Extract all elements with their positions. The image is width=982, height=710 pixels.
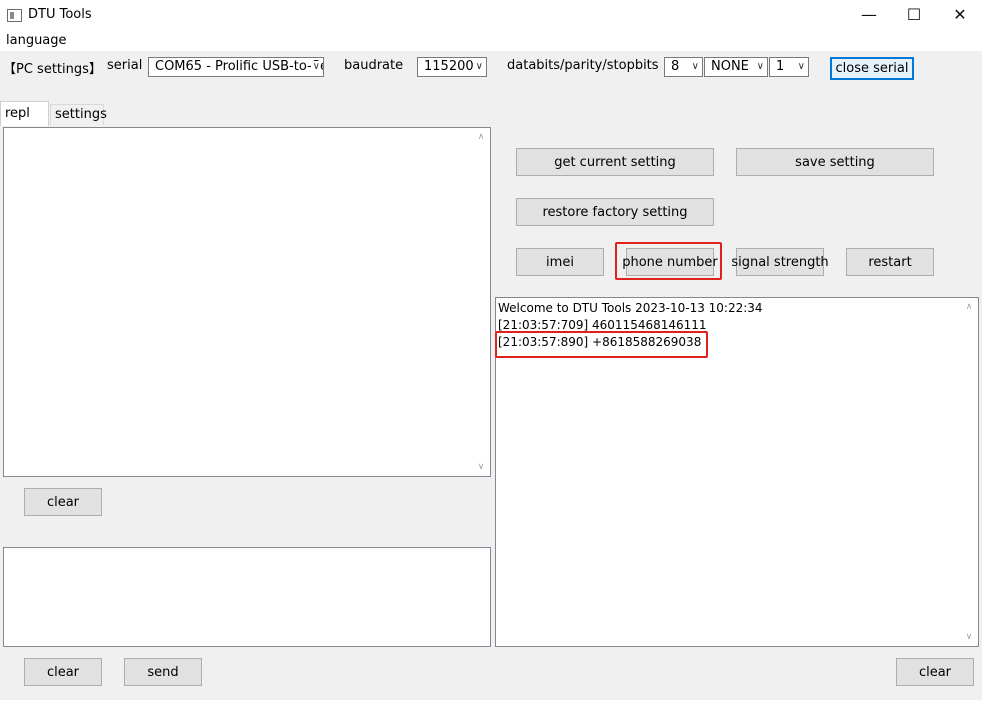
- phone-number-highlight-box: [615, 242, 722, 280]
- chevron-down-icon: ∨: [756, 61, 764, 72]
- phone-number-result-highlight-box: [495, 331, 708, 358]
- chevron-down-icon: ∨: [310, 61, 320, 72]
- close-icon: ✕: [953, 5, 967, 24]
- tab-repl[interactable]: repl: [0, 101, 49, 126]
- signal-strength-button[interactable]: signal strength: [731, 248, 829, 276]
- restore-factory-setting-button[interactable]: restore factory setting: [516, 198, 714, 226]
- parity-select[interactable]: NONE ∨: [704, 57, 768, 77]
- databits-parity-stopbits-label: databits/parity/stopbits: [507, 58, 659, 73]
- menu-language[interactable]: language: [6, 33, 67, 48]
- minimize-button[interactable]: —: [846, 0, 892, 31]
- databits-value: 8: [671, 59, 680, 74]
- chevron-down-icon: ∨: [475, 61, 483, 72]
- stopbits-select[interactable]: 1 ∨: [769, 57, 809, 77]
- maximize-icon: ☐: [906, 5, 922, 24]
- log-clear-button[interactable]: clear: [896, 658, 974, 686]
- title-bar: [0, 0, 982, 31]
- maximize-button[interactable]: ☐: [891, 0, 937, 31]
- get-current-setting-button[interactable]: get current setting: [516, 148, 714, 176]
- close-window-button[interactable]: ✕: [937, 0, 982, 31]
- bottom-edge: [0, 700, 982, 710]
- log-line: [21:03:57:709] 460115468146111: [498, 318, 707, 332]
- tab-settings[interactable]: settings: [50, 104, 107, 125]
- serial-label: serial: [107, 58, 143, 73]
- imei-button[interactable]: imei: [516, 248, 604, 276]
- serial-port-select[interactable]: COM65 - Prolific USB-to-Serial ∨: [148, 57, 324, 77]
- baudrate-value: 115200: [424, 59, 474, 74]
- app-icon: [7, 9, 22, 22]
- serial-port-value: COM65 - Prolific USB-to-Serial: [155, 59, 323, 74]
- pc-settings-label: 【PC settings】: [3, 62, 102, 77]
- databits-select[interactable]: 8 ∨: [664, 57, 703, 77]
- parity-value: NONE: [711, 59, 749, 74]
- scroll-up-icon[interactable]: ∧: [963, 302, 975, 312]
- save-setting-button[interactable]: save setting: [736, 148, 934, 176]
- stopbits-value: 1: [776, 59, 785, 74]
- send-button[interactable]: send: [124, 658, 202, 686]
- repl-input-area[interactable]: [3, 547, 491, 647]
- restart-button[interactable]: restart: [846, 248, 934, 276]
- window-title: DTU Tools: [28, 7, 92, 22]
- scroll-up-icon[interactable]: ∧: [475, 132, 487, 142]
- repl-output-area[interactable]: ∧ ∨: [3, 127, 491, 477]
- repl-input-clear-button[interactable]: clear: [24, 658, 102, 686]
- minimize-icon: —: [861, 5, 877, 24]
- baudrate-label: baudrate: [344, 58, 404, 73]
- baudrate-select[interactable]: 115200 ∨: [417, 57, 487, 77]
- log-line: Welcome to DTU Tools 2023-10-13 10:22:34: [498, 301, 763, 315]
- menu-bar: [0, 31, 982, 51]
- chevron-down-icon: ∨: [797, 61, 805, 72]
- repl-output-clear-button[interactable]: clear: [24, 488, 102, 516]
- scroll-down-icon[interactable]: ∨: [963, 632, 975, 642]
- chevron-down-icon: ∨: [691, 61, 699, 72]
- close-serial-button[interactable]: close serial: [830, 57, 914, 80]
- scroll-down-icon[interactable]: ∨: [475, 462, 487, 472]
